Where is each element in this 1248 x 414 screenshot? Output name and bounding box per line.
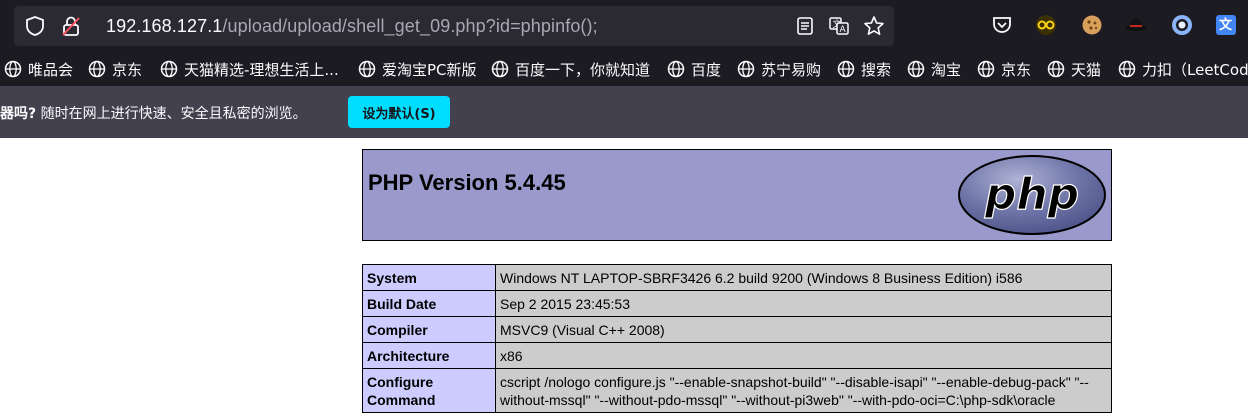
bookmark-item[interactable]: 百度 xyxy=(667,58,721,80)
globe-icon xyxy=(977,60,995,78)
info-key: System xyxy=(362,264,496,291)
bookmark-label: 天猫 xyxy=(1071,60,1102,79)
bookmark-label: 唯品会 xyxy=(28,60,74,79)
reader-view-icon[interactable] xyxy=(794,15,816,37)
globe-icon xyxy=(837,60,855,78)
notification-lead: 器吗? xyxy=(0,106,37,122)
bookmark-item[interactable]: 京东 xyxy=(88,58,142,80)
extension-mask-icon[interactable] xyxy=(1034,13,1058,37)
info-value: cscript /nologo configure.js "--enable-s… xyxy=(495,368,1112,413)
svg-text:A: A xyxy=(840,25,847,35)
info-value: x86 xyxy=(495,342,1112,369)
bookmark-label: 京东 xyxy=(1001,60,1032,79)
bookmark-label: 搜索 xyxy=(861,60,892,79)
globe-icon xyxy=(358,60,376,78)
info-key: Build Date xyxy=(362,290,496,317)
globe-icon xyxy=(491,60,509,78)
bookmark-label: 百度 xyxy=(691,60,722,79)
browser-toolbar: 192.168.127.1/upload/upload/shell_get_09… xyxy=(0,0,1248,52)
page-content: PHP Version 5.4.45 php System Windows NT… xyxy=(0,138,1248,414)
page-title: PHP Version 5.4.45 xyxy=(368,170,566,195)
shield-icon[interactable] xyxy=(24,15,46,37)
table-row: Configure Command cscript /nologo config… xyxy=(362,368,1112,413)
bookmark-item[interactable]: 力扣（LeetCode xyxy=(1118,58,1248,80)
globe-icon xyxy=(88,60,106,78)
address-bar[interactable]: 192.168.127.1/upload/upload/shell_get_09… xyxy=(14,6,894,46)
bookmark-label: 淘宝 xyxy=(931,60,962,79)
info-key: Compiler xyxy=(362,316,496,343)
translate-extension-icon[interactable]: 文 xyxy=(1214,13,1238,37)
php-logo-text: php xyxy=(984,169,1079,220)
bookmark-label: 京东 xyxy=(112,60,143,79)
pocket-icon[interactable] xyxy=(990,13,1014,37)
php-logo[interactable]: php xyxy=(957,154,1107,236)
bookmark-label: 苏宁易购 xyxy=(761,60,822,79)
table-row: Architecture x86 xyxy=(362,342,1112,369)
url-text[interactable]: 192.168.127.1/upload/upload/shell_get_09… xyxy=(106,16,598,37)
info-value: MSVC9 (Visual C++ 2008) xyxy=(495,316,1112,343)
translate-icon[interactable]: 文 A xyxy=(828,15,850,37)
globe-icon xyxy=(1047,60,1065,78)
info-value: Windows NT LAPTOP-SBRF3426 6.2 build 920… xyxy=(495,264,1112,291)
bookmark-item[interactable]: 百度一下，你就知道 xyxy=(491,58,650,80)
cookie-icon[interactable] xyxy=(1080,13,1104,37)
bookmark-item[interactable]: 天猫精选-理想生活上... xyxy=(160,58,339,80)
bookmark-label: 天猫精选-理想生活上... xyxy=(184,60,339,79)
notification-text: 随时在网上进行快速、安全且私密的浏览。 xyxy=(36,106,307,122)
bookmarks-toolbar: 唯品会 京东 天猫精选-理想生活上... 爱淘宝PC新版 百度一下，你就知道 百… xyxy=(0,52,1248,86)
bookmark-label: 爱淘宝PC新版 xyxy=(382,60,477,79)
url-path: /upload/upload/shell_get_09.php?id=phpin… xyxy=(222,16,598,36)
bookmark-star-icon[interactable] xyxy=(863,15,885,37)
php-info-table: System Windows NT LAPTOP-SBRF3426 6.2 bu… xyxy=(362,264,1112,413)
info-key: Configure Command xyxy=(362,368,496,413)
bookmark-item[interactable]: 唯品会 xyxy=(4,58,73,80)
bookmark-item[interactable]: 天猫 xyxy=(1047,58,1101,80)
globe-icon xyxy=(907,60,925,78)
table-row: Compiler MSVC9 (Visual C++ 2008) xyxy=(362,316,1112,343)
circle-extension-icon[interactable] xyxy=(1170,13,1194,37)
bookmark-item[interactable]: 爱淘宝PC新版 xyxy=(358,58,477,80)
globe-icon xyxy=(160,60,178,78)
php-version-header: PHP Version 5.4.45 php xyxy=(362,149,1112,241)
table-row: Build Date Sep 2 2015 23:45:53 xyxy=(362,290,1112,317)
svg-text:文: 文 xyxy=(1219,17,1233,33)
notification-message: 器吗? 随时在网上进行快速、安全且私密的浏览。 xyxy=(0,103,307,123)
globe-icon xyxy=(4,60,22,78)
bookmark-label: 百度一下，你就知道 xyxy=(515,60,651,79)
globe-icon xyxy=(1118,60,1136,78)
bookmark-item[interactable]: 京东 xyxy=(977,58,1031,80)
info-value: Sep 2 2015 23:45:53 xyxy=(495,290,1112,317)
globe-icon xyxy=(737,60,755,78)
insecure-lock-icon[interactable] xyxy=(60,15,82,37)
info-key: Architecture xyxy=(362,342,496,369)
globe-icon xyxy=(667,60,685,78)
bookmark-item[interactable]: 搜索 xyxy=(837,58,891,80)
table-row: System Windows NT LAPTOP-SBRF3426 6.2 bu… xyxy=(362,264,1112,291)
bookmark-label: 力扣（LeetCode xyxy=(1142,60,1248,79)
bookmark-item[interactable]: 淘宝 xyxy=(907,58,961,80)
default-browser-notification: 器吗? 随时在网上进行快速、安全且私密的浏览。 设为默认(S) xyxy=(0,86,1248,138)
set-default-button[interactable]: 设为默认(S) xyxy=(348,96,450,128)
spy-hat-icon[interactable] xyxy=(1124,13,1148,37)
bookmark-item[interactable]: 苏宁易购 xyxy=(737,58,821,80)
url-host: 192.168.127.1 xyxy=(106,16,223,36)
